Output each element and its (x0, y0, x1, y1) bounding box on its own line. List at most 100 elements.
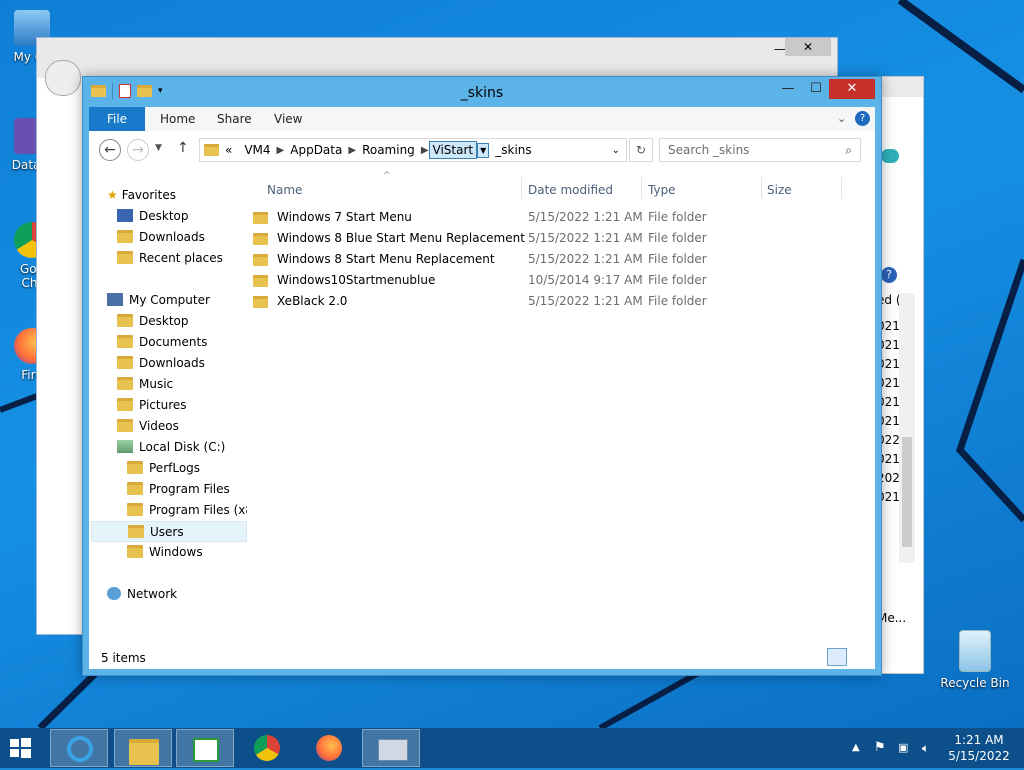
recent-locations-icon[interactable]: ▼ (155, 143, 162, 153)
nav-program-files[interactable]: Program Files (127, 479, 230, 500)
folder-icon (117, 356, 133, 369)
browser-close-button[interactable]: ✕ (785, 38, 831, 56)
tab-share[interactable]: Share (203, 107, 266, 131)
breadcrumb-vm4[interactable]: VM4 (238, 143, 276, 157)
details-view-button[interactable] (827, 648, 847, 666)
nav-fav-desktop[interactable]: Desktop (117, 206, 189, 227)
nav-desktop[interactable]: Desktop (117, 311, 189, 332)
taskbar-chrome[interactable] (238, 729, 296, 767)
file-row[interactable]: XeBlack 2.0 5/15/2022 1:21 AM File folde… (253, 291, 857, 312)
taskbar-firefox[interactable] (300, 729, 358, 767)
taskbar-file-explorer[interactable] (114, 729, 172, 767)
nav-windows[interactable]: Windows (127, 542, 203, 563)
nav-favorites[interactable]: ★ Favorites (107, 185, 176, 206)
nav-my-computer[interactable]: My Computer (107, 290, 210, 311)
network-icon (107, 587, 121, 600)
explorer-window[interactable]: ▾ _skins — ☐ ✕ File Home Share View ⌄ ? … (82, 76, 882, 676)
nav-documents[interactable]: Documents (117, 332, 207, 353)
browser-back-button[interactable] (45, 60, 81, 96)
folder-icon (253, 254, 268, 266)
nav-music[interactable]: Music (117, 374, 173, 395)
nav-videos[interactable]: Videos (117, 416, 179, 437)
clock-time: 1:21 AM (954, 733, 1004, 747)
folder-icon (253, 212, 268, 224)
status-bar: 5 items (89, 647, 875, 669)
taskbar: ▲ ⚑ ▣ 🔈︎ 1:21 AM 5/15/2022 (0, 728, 1024, 768)
close-button[interactable]: ✕ (829, 79, 875, 99)
taskbar-store[interactable] (176, 729, 234, 767)
breadcrumb-vistart[interactable]: ViStart (428, 141, 478, 159)
start-button[interactable] (0, 729, 40, 767)
file-row[interactable]: Windows 7 Start Menu 5/15/2022 1:21 AM F… (253, 207, 857, 228)
nav-pictures[interactable]: Pictures (117, 395, 187, 416)
nav-users[interactable]: Users (91, 521, 247, 542)
chevron-right-icon[interactable]: ▶ (277, 145, 285, 156)
show-hidden-icons-button[interactable]: ▲ (852, 728, 860, 768)
forward-button[interactable]: → (127, 139, 149, 161)
back-button[interactable]: ← (99, 139, 121, 161)
system-clock[interactable]: 1:21 AM 5/15/2022 (944, 732, 1014, 764)
folder-icon (117, 314, 133, 327)
file-list: ^ Name Date modified Type Size Windows 7… (253, 171, 875, 647)
chevron-right-icon[interactable]: ▶ (348, 145, 356, 156)
tab-view[interactable]: View (260, 107, 316, 131)
address-dropdown-icon[interactable]: ⌄ (612, 145, 620, 156)
breadcrumb-appdata[interactable]: AppData (284, 143, 348, 157)
chevron-right-icon[interactable]: ▶ (421, 145, 429, 156)
column-header-type[interactable]: Type (648, 179, 676, 201)
taskbar-vistart[interactable] (362, 729, 420, 767)
folder-icon (117, 335, 133, 348)
nav-local-disk[interactable]: Local Disk (C:) (117, 437, 225, 458)
folder-icon (253, 296, 268, 308)
flag-icon[interactable]: ⚑ (874, 728, 886, 768)
star-icon: ★ (107, 188, 118, 202)
help-icon[interactable]: ? (881, 267, 897, 283)
background-scrollbar[interactable] (899, 293, 915, 563)
column-header-name[interactable]: Name (267, 179, 302, 201)
file-row[interactable]: Windows 8 Blue Start Menu Replacement 5/… (253, 228, 857, 249)
up-button[interactable]: ↑ (177, 140, 189, 156)
refresh-button[interactable]: ↻ (629, 138, 653, 162)
clock-date: 5/15/2022 (948, 749, 1010, 763)
folder-icon (117, 398, 133, 411)
tab-file[interactable]: File (89, 107, 145, 131)
folder-icon (127, 545, 143, 558)
nav-program-files-x86[interactable]: Program Files (x86 (127, 500, 247, 521)
folder-icon (127, 503, 143, 516)
help-icon[interactable]: ? (855, 111, 870, 126)
nav-downloads[interactable]: Downloads (117, 353, 205, 374)
item-count: 5 items (101, 651, 146, 665)
address-bar[interactable]: « VM4 ▶ AppData ▶ Roaming ▶ ViStart ▼ _s… (199, 138, 627, 162)
background-scrollbar-thumb[interactable] (902, 437, 912, 547)
explorer-titlebar[interactable]: ▾ _skins — ☐ ✕ (83, 77, 881, 107)
nav-fav-downloads[interactable]: Downloads (117, 227, 205, 248)
desktop-icon-recycle-bin[interactable]: Recycle Bin (940, 630, 1010, 690)
network-tray-icon[interactable]: ▣ (898, 728, 908, 768)
address-row: ← → ▼ ↑ « VM4 ▶ AppData ▶ Roaming ▶ ViSt… (89, 131, 875, 171)
computer-icon (107, 293, 123, 306)
minimize-button[interactable]: — (775, 79, 801, 99)
chevron-down-icon[interactable]: ▼ (477, 142, 490, 158)
shell-icon (881, 149, 899, 163)
desktop-icon (117, 209, 133, 222)
column-header-date[interactable]: Date modified (528, 179, 613, 201)
file-row[interactable]: Windows10Startmenublue 10/5/2014 9:17 AM… (253, 270, 857, 291)
nav-network[interactable]: Network (107, 584, 177, 605)
expand-ribbon-icon[interactable]: ⌄ (837, 112, 846, 125)
maximize-button[interactable]: ☐ (803, 79, 829, 99)
nav-perflogs[interactable]: PerfLogs (127, 458, 200, 479)
column-header-size[interactable]: Size (767, 179, 792, 201)
search-input[interactable]: Search _skins ⌕ (659, 138, 861, 162)
breadcrumb-skins[interactable]: _skins (489, 143, 537, 157)
taskbar-internet-explorer[interactable] (50, 729, 108, 767)
internet-explorer-icon (67, 736, 93, 762)
volume-muted-icon[interactable]: 🔈︎ (922, 728, 929, 768)
search-icon: ⌕ (845, 143, 852, 157)
large-icons-view-button[interactable] (851, 648, 869, 666)
file-row[interactable]: Windows 8 Start Menu Replacement 5/15/20… (253, 249, 857, 270)
breadcrumb-roaming[interactable]: Roaming (356, 143, 421, 157)
folder-icon (117, 419, 133, 432)
breadcrumb-overflow[interactable]: « (219, 143, 238, 157)
nav-fav-recent-places[interactable]: Recent places (117, 248, 223, 269)
tab-home[interactable]: Home (146, 107, 209, 131)
